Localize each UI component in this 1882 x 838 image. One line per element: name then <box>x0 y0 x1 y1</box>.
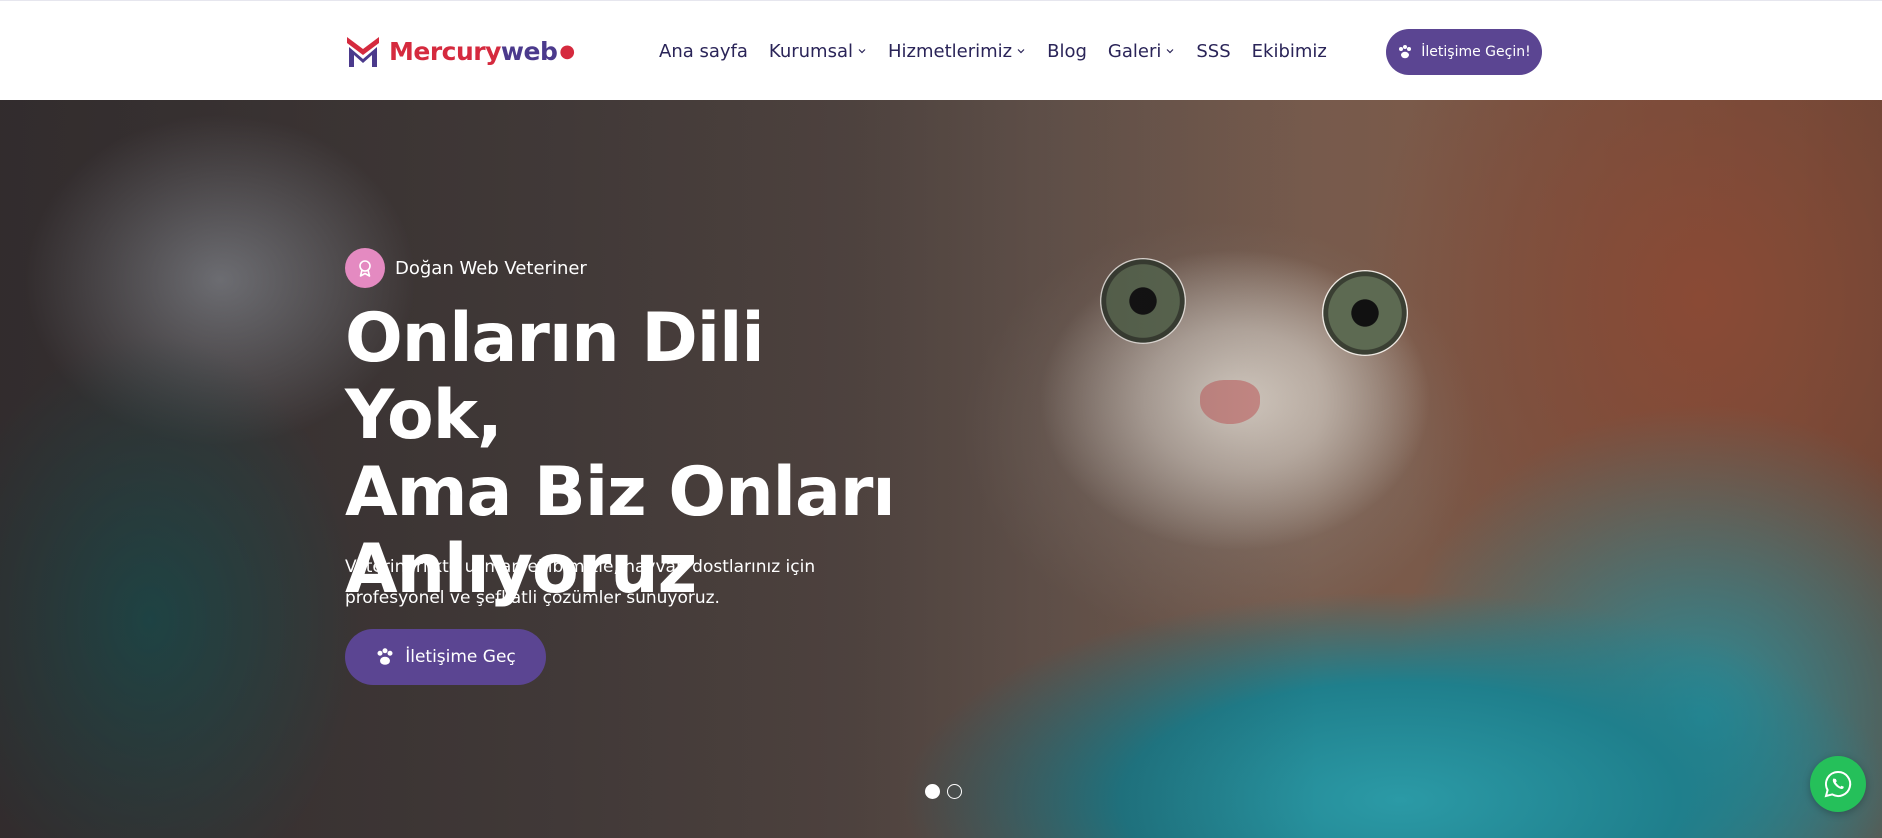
header-contact-button[interactable]: İletişime Geçin! <box>1386 29 1542 75</box>
nav-item-ekibimiz[interactable]: Ekibimiz <box>1252 41 1327 62</box>
nav-item-galeri[interactable]: Galeri <box>1108 41 1175 62</box>
nav-item-sss[interactable]: SSS <box>1196 41 1230 62</box>
nav-item-home[interactable]: Ana sayfa <box>659 41 748 62</box>
logo-wordmark: Mercuryweb <box>389 36 558 66</box>
hero-contact-button[interactable]: İletişime Geç <box>345 629 546 685</box>
nav-label: Blog <box>1047 40 1087 62</box>
nav-label: Ekibimiz <box>1251 40 1327 62</box>
nav-label: Kurumsal <box>768 40 853 62</box>
nav-item-kurumsal[interactable]: Kurumsal <box>769 41 867 62</box>
main-nav: Ana sayfa Kurumsal Hizmetlerimiz Blog Ga… <box>659 37 1327 65</box>
nav-label: Hizmetlerimiz <box>887 40 1013 62</box>
hero-description: Veterinerlikte uzman ekibimizle, hayvan … <box>345 557 816 608</box>
hero-title-line-2: Ama Biz Onları <box>345 453 896 532</box>
site-logo[interactable]: Mercuryweb ● <box>345 31 575 71</box>
hero-overlay <box>0 100 1882 838</box>
nav-label: SSS <box>1196 40 1231 62</box>
whatsapp-button[interactable] <box>1810 756 1866 812</box>
nav-label: Galeri <box>1107 40 1162 62</box>
hero-slider <box>0 100 1882 838</box>
whatsapp-icon <box>1824 770 1852 798</box>
logo-dot: ● <box>559 40 576 62</box>
chevron-down-icon <box>1166 49 1174 54</box>
chevron-down-icon <box>858 49 866 54</box>
mercury-logo-mark-icon <box>347 37 379 67</box>
slider-dot-1[interactable] <box>925 784 940 799</box>
slider-dot-2[interactable] <box>947 784 962 799</box>
chevron-down-icon <box>1017 49 1025 54</box>
paw-icon <box>1399 45 1412 59</box>
slider-pagination <box>925 784 962 799</box>
hero-contact-label: İletişime Geç <box>405 647 516 667</box>
hero-eyebrow: Doğan Web Veteriner <box>345 248 587 288</box>
header-contact-label: İletişime Geçin! <box>1421 44 1531 60</box>
nav-item-blog[interactable]: Blog <box>1047 41 1087 62</box>
award-badge-icon <box>345 248 385 288</box>
nav-label: Ana sayfa <box>659 40 748 62</box>
paw-icon <box>377 648 393 665</box>
hero-eyebrow-text: Doğan Web Veteriner <box>395 257 587 279</box>
hero-title-line-1: Onların Dili Yok, <box>345 299 765 455</box>
site-header: Mercuryweb ● Ana sayfa Kurumsal Hizmetle… <box>0 0 1882 100</box>
nav-item-hizmetlerimiz[interactable]: Hizmetlerimiz <box>888 41 1026 62</box>
